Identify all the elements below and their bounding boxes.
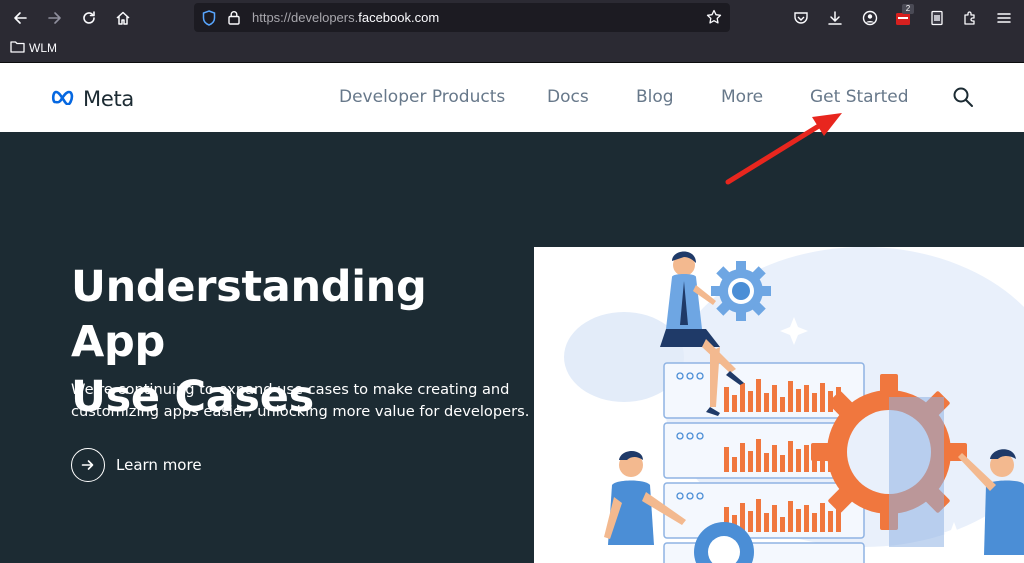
meta-infinity-icon <box>51 89 79 110</box>
extension-badge: 2 <box>902 4 914 14</box>
hero-illustration <box>534 247 1024 563</box>
bookmark-label: WLM <box>29 41 57 55</box>
forward-icon[interactable] <box>45 8 65 28</box>
shield-icon[interactable] <box>202 10 216 31</box>
nav-blog[interactable]: Blog <box>636 87 674 107</box>
folder-icon <box>10 40 25 56</box>
url-bar[interactable]: https://developers.facebook.com <box>194 3 730 32</box>
url-domain: facebook.com <box>358 10 440 25</box>
nav-developer-products[interactable]: Developer Products <box>339 87 505 107</box>
lock-icon[interactable] <box>228 10 240 30</box>
bookmarks-bar: WLM <box>0 36 1024 63</box>
meta-logo[interactable]: Meta <box>51 87 134 111</box>
reload-icon[interactable] <box>79 8 99 28</box>
bookmark-folder-wlm[interactable]: WLM <box>10 40 57 56</box>
nav-docs[interactable]: Docs <box>547 87 589 107</box>
hero-subtitle-line1: We’re continuing to expand use cases to … <box>71 381 510 398</box>
learn-more-link[interactable]: Learn more <box>71 448 202 482</box>
page-icon[interactable] <box>927 8 947 28</box>
extension-icon[interactable] <box>960 8 980 28</box>
url-prefix: https://developers. <box>252 10 359 25</box>
search-icon[interactable] <box>952 86 974 113</box>
logo-text: Meta <box>83 87 134 111</box>
menu-icon[interactable] <box>994 8 1014 28</box>
hero-section: Understanding App Use Cases We’re contin… <box>0 132 1024 563</box>
download-icon[interactable] <box>825 8 845 28</box>
back-icon[interactable] <box>10 8 30 28</box>
arrow-right-icon[interactable] <box>71 448 105 482</box>
url-text[interactable]: https://developers.facebook.com <box>252 10 439 25</box>
nav-more[interactable]: More <box>721 87 763 107</box>
hero-title-line1: Understanding App <box>71 262 427 367</box>
hero-subtitle: We’re continuing to expand use cases to … <box>71 379 531 423</box>
site-header: Meta Developer Products Docs Blog More G… <box>0 63 1024 132</box>
home-icon[interactable] <box>113 8 133 28</box>
account-icon[interactable] <box>860 8 880 28</box>
star-icon[interactable] <box>706 9 722 30</box>
pocket-icon[interactable] <box>791 8 811 28</box>
nav-get-started[interactable]: Get Started <box>810 87 908 107</box>
learn-more-label[interactable]: Learn more <box>116 456 202 474</box>
illustration-graphic <box>564 247 1024 563</box>
hero-subtitle-line2: customizing apps easier, unlocking more … <box>71 403 530 420</box>
browser-toolbar: https://developers.facebook.com 2 <box>0 0 1024 36</box>
